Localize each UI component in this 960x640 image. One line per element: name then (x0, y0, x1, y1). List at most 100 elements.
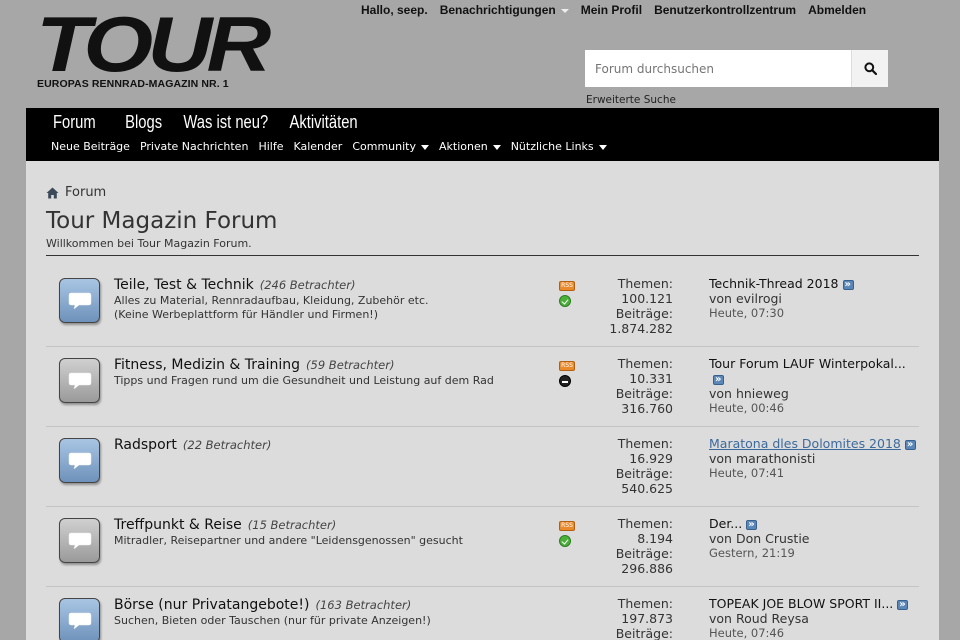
rss-icon[interactable]: RSS (559, 521, 575, 531)
tab-forum[interactable]: Forum (53, 112, 96, 133)
nav-community-label: Community (352, 140, 416, 153)
speech-bubble-icon (68, 452, 91, 470)
themen-count: 197.873 (621, 611, 673, 626)
forum-description: Suchen, Bieten oder Tauschen (nur für pr… (114, 614, 534, 628)
go-to-last-post-icon[interactable] (842, 277, 854, 292)
themen-label: Themen: (617, 276, 673, 291)
breadcrumb-forum-link[interactable]: Forum (65, 185, 106, 200)
forum-description: Tipps und Fragen rund um die Gesundheit … (114, 374, 534, 388)
last-post-author[interactable]: von Roud Reysa (709, 611, 919, 626)
forum-title[interactable]: Börse (nur Privatangebote!) (163 Betracht… (114, 597, 411, 613)
chevron-down-icon (598, 144, 607, 150)
forum-status-icon (59, 358, 100, 403)
nav-sub-menu: Neue Beiträge Private Nachrichten Hilfe … (51, 140, 617, 153)
nav-help[interactable]: Hilfe (258, 140, 283, 153)
nav-calendar[interactable]: Kalender (293, 140, 342, 153)
last-post-title-link[interactable]: Maratona dles Dolomites 2018 (709, 436, 901, 451)
user-cp-link[interactable]: Benutzerkontrollzentrum (654, 3, 796, 17)
page-title: Tour Magazin Forum (46, 208, 278, 234)
forum-name-link[interactable]: Fitness, Medizin & Training (114, 357, 300, 373)
forum-title[interactable]: Treffpunkt & Reise (15 Betrachter) (114, 517, 336, 533)
my-profile-link[interactable]: Mein Profil (581, 3, 642, 17)
greeting-text[interactable]: Hallo, seep. (361, 3, 428, 17)
home-icon[interactable] (46, 187, 59, 199)
last-post-title-link[interactable]: Der... (709, 516, 742, 531)
search-input[interactable] (585, 50, 851, 87)
forum-row: Teile, Test & Technik (246 Betrachter) Al… (46, 267, 919, 347)
go-to-last-post-icon[interactable] (904, 437, 916, 452)
notifications-link[interactable]: Benachrichtigungen (440, 3, 569, 17)
forum-row: Radsport (22 Betrachter) Themen: 16.929 B… (46, 427, 919, 507)
welcome-text: Willkommen bei Tour Magazin Forum. (46, 237, 252, 250)
tab-whats-new[interactable]: Was ist neu? (183, 112, 268, 133)
themen-count: 8.194 (637, 531, 673, 546)
chevron-down-icon (420, 144, 429, 150)
forum-title[interactable]: Teile, Test & Technik (246 Betrachter) (114, 277, 355, 293)
notifications-label: Benachrichtigungen (439, 3, 556, 17)
search-icon (863, 62, 877, 75)
nav-new-posts[interactable]: Neue Beiträge (51, 140, 130, 153)
nav-private-messages[interactable]: Private Nachrichten (140, 140, 249, 153)
beitraege-label: Beiträge: (615, 386, 673, 401)
last-post-time: Gestern, 21:19 (709, 546, 795, 560)
forum-name-link[interactable]: Radsport (114, 437, 177, 453)
themen-label: Themen: (617, 596, 673, 611)
forum-title[interactable]: Fitness, Medizin & Training (59 Betrachte… (114, 357, 394, 373)
site-logo[interactable]: TOUR EUROPAS RENNRAD-MAGAZIN NR. 1 (36, 4, 271, 92)
last-post-title-link[interactable]: TOPEAK JOE BLOW SPORT II... (709, 596, 893, 611)
forum-description: Alles zu Material, Rennradaufbau, Kleidu… (114, 294, 534, 322)
beitraege-count: 296.886 (621, 561, 673, 576)
forum-name-link[interactable]: Treffpunkt & Reise (114, 517, 242, 533)
go-to-last-post-icon[interactable] (897, 597, 909, 612)
nav-actions-label: Aktionen (438, 140, 488, 153)
forum-row: Börse (nur Privatangebote!) (163 Betracht… (46, 587, 919, 640)
speech-bubble-icon (68, 532, 91, 550)
nav-community-dropdown[interactable]: Community (352, 140, 429, 153)
last-post-author[interactable]: von Don Crustie (709, 531, 919, 546)
title-divider (46, 255, 919, 256)
last-post-author[interactable]: von evilrogi (709, 291, 919, 306)
last-post-title-link[interactable]: Tour Forum LAUF Winterpokal... (709, 356, 906, 371)
themen-count: 10.331 (629, 371, 673, 386)
new-posts-icon (559, 295, 571, 307)
themen-count: 16.929 (629, 451, 673, 466)
beitraege-count: 540.625 (621, 481, 673, 496)
tab-blogs[interactable]: Blogs (125, 112, 162, 133)
go-to-last-post-icon[interactable] (713, 372, 724, 387)
last-post-author[interactable]: von marathonisti (709, 451, 919, 466)
search-button[interactable] (851, 50, 888, 87)
nav-useful-links-dropdown[interactable]: Nützliche Links (511, 140, 607, 153)
forum-viewers-count: (163 Betrachter) (315, 598, 412, 612)
speech-bubble-icon (68, 372, 91, 390)
logout-link[interactable]: Abmelden (808, 3, 866, 17)
nav-main-tabs: Forum Blogs Was ist neu? Aktivitäten (53, 112, 387, 133)
themen-label: Themen: (617, 436, 673, 451)
last-post-author[interactable]: von hnieweg (709, 386, 919, 401)
go-to-last-post-icon[interactable] (746, 517, 758, 532)
last-post-title-link[interactable]: Technik-Thread 2018 (709, 276, 839, 291)
forum-description-line: Mitradler, Reisepartner und andere "Leid… (114, 534, 463, 547)
advanced-search-link[interactable]: Erweiterte Suche (586, 94, 676, 106)
forum-name-link[interactable]: Teile, Test & Technik (114, 277, 254, 293)
rss-icon[interactable]: RSS (559, 361, 575, 371)
last-post: TOPEAK JOE BLOW SPORT II... von Roud Rey… (709, 596, 919, 640)
nav-useful-links-label: Nützliche Links (510, 140, 594, 153)
forum-status-icon (59, 598, 100, 640)
logo-tagline: EUROPAS RENNRAD-MAGAZIN NR. 1 (37, 78, 229, 90)
new-posts-icon (559, 535, 571, 547)
forum-viewers-count: (15 Betrachter) (247, 518, 337, 532)
forum-description-line: Alles zu Material, Rennradaufbau, Kleidu… (114, 294, 429, 307)
nav-actions-dropdown[interactable]: Aktionen (439, 140, 501, 153)
forum-title[interactable]: Radsport (22 Betrachter) (114, 437, 271, 453)
breadcrumb: Forum (46, 185, 106, 200)
last-post: Der... von Don Crustie Gestern, 21:19 (709, 516, 919, 561)
forum-description: Mitradler, Reisepartner und andere "Leid… (114, 534, 534, 548)
content-area: Forum Tour Magazin Forum Willkommen bei … (26, 161, 939, 640)
forum-stats: Themen: 100.121 Beiträge: 1.874.282 (591, 276, 673, 336)
beitraege-label: Beiträge: (615, 466, 673, 481)
rss-icon[interactable]: RSS (559, 281, 575, 291)
tab-activities[interactable]: Aktivitäten (290, 112, 358, 133)
forum-stats: Themen: 8.194 Beiträge: 296.886 (591, 516, 673, 576)
forum-name-link[interactable]: Börse (nur Privatangebote!) (114, 597, 309, 613)
forum-description-line: Suchen, Bieten oder Tauschen (nur für pr… (114, 614, 431, 627)
